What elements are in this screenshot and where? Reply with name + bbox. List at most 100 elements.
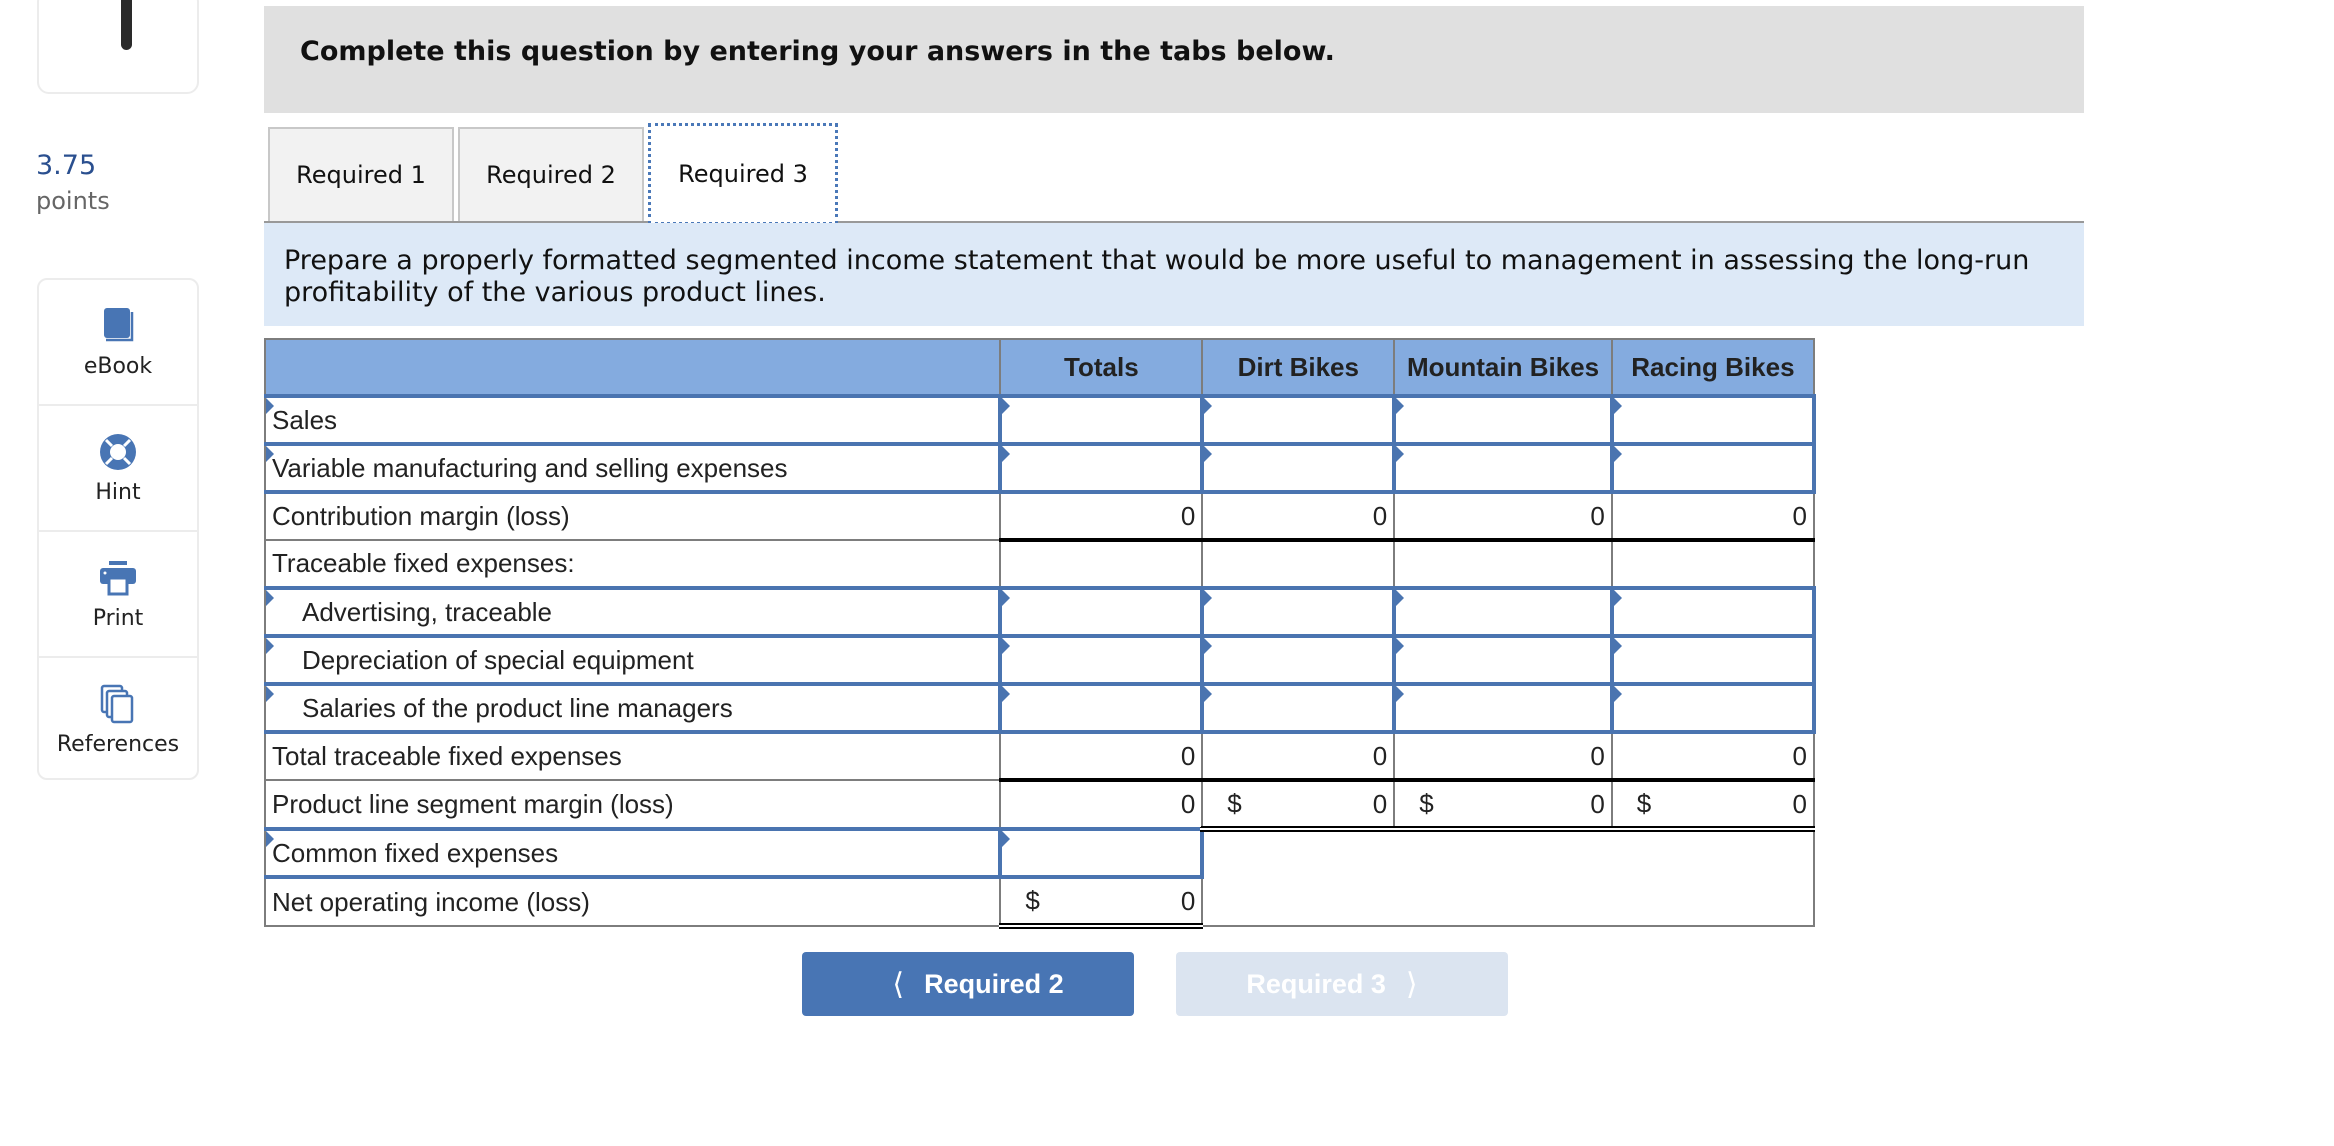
table-row: Common fixed expenses — [263, 826, 1815, 927]
next-required-button[interactable]: Required 3 ⟩ — [1176, 952, 1508, 1016]
references-button[interactable]: References — [39, 658, 197, 782]
cell-input[interactable] — [1392, 634, 1614, 686]
tab-bar: Required 1 Required 2 Required 3 — [264, 123, 2084, 225]
cell-value: 0 — [999, 490, 1204, 541]
points-display: 3.75 points — [36, 150, 110, 215]
ebook-label: eBook — [83, 353, 153, 379]
cell-value: 0 — [1610, 490, 1816, 541]
cell-empty — [1610, 538, 1816, 589]
header-text: Complete this question by entering your … — [300, 36, 1335, 67]
cell-value-text: 0 — [1590, 788, 1605, 819]
row-label-input[interactable]: Common fixed expenses — [263, 827, 1002, 879]
cell-input[interactable] — [998, 682, 1205, 734]
table-header-row: Totals Dirt Bikes Mountain Bikes Racing … — [263, 338, 1816, 397]
points-label: points — [36, 187, 110, 215]
table-row: Traceable fixed expenses: — [263, 538, 1816, 589]
hint-button[interactable]: Hint — [39, 406, 197, 532]
table-row: Product line segment margin (loss) 0 $0 … — [263, 778, 1816, 832]
tab-required-2[interactable]: Required 2 — [458, 127, 644, 221]
tab-required-3[interactable]: Required 3 — [648, 123, 838, 225]
cell-input[interactable] — [998, 442, 1205, 494]
col-header-dirt-bikes: Dirt Bikes — [1201, 338, 1396, 397]
question-header: Complete this question by entering your … — [264, 6, 2084, 113]
row-label: Contribution margin (loss) — [263, 491, 1002, 541]
lifebuoy-icon — [100, 433, 136, 470]
cell-value: $0 — [999, 875, 1204, 929]
cell-input[interactable] — [1200, 442, 1397, 494]
row-label: Total traceable fixed expenses — [263, 731, 1002, 781]
table-row: Contribution margin (loss) 0 0 0 0 — [263, 490, 1816, 541]
dollar-sign: $ — [1227, 788, 1242, 819]
cell-input[interactable] — [1609, 682, 1817, 734]
cell-input[interactable] — [1609, 586, 1817, 638]
ebook-button[interactable]: eBook — [39, 280, 197, 406]
table-row: Salaries of the product line managers — [263, 682, 1817, 734]
row-label: Net operating income (loss) — [263, 876, 1002, 927]
table-row: Total traceable fixed expenses 0 0 0 0 — [263, 730, 1816, 781]
print-button[interactable]: Print — [39, 532, 197, 658]
cell-value-text: 0 — [1180, 885, 1196, 916]
table-row: Depreciation of special equipment — [263, 634, 1817, 686]
references-label: References — [56, 731, 180, 757]
cell-input[interactable] — [998, 586, 1205, 638]
row-label-input[interactable]: Depreciation of special equipment — [263, 634, 1002, 686]
row-label-input[interactable]: Advertising, traceable — [263, 586, 1002, 638]
cell-value: 0 — [999, 730, 1204, 781]
cell-input[interactable] — [1609, 394, 1817, 446]
row-label-input[interactable]: Variable manufacturing and selling expen… — [263, 442, 1002, 494]
book-icon — [104, 307, 134, 341]
row-label: Traceable fixed expenses: — [263, 539, 1002, 589]
dollar-sign: $ — [1636, 788, 1652, 819]
scroll-indicator — [121, 0, 132, 50]
cell-value: 0 — [1201, 730, 1396, 781]
cell-value: 0 — [1201, 490, 1396, 541]
cell-input[interactable] — [1200, 394, 1397, 446]
prev-button-label: Required 2 — [924, 968, 1064, 999]
cell-input[interactable] — [998, 394, 1205, 446]
cell-input[interactable] — [1392, 682, 1614, 734]
chevron-right-icon: ⟩ — [1405, 967, 1418, 1001]
cell-value: $0 — [1201, 778, 1396, 832]
income-statement-table: Totals Dirt Bikes Mountain Bikes Racing … — [263, 338, 1817, 929]
cell-empty — [999, 538, 1204, 589]
copy-icon — [100, 684, 134, 723]
cell-value: 0 — [1393, 490, 1613, 541]
cell-empty — [1393, 538, 1613, 589]
cell-input[interactable] — [1200, 682, 1397, 734]
cell-value: $0 — [1610, 778, 1816, 832]
row-label: Product line segment margin (loss) — [263, 779, 1002, 830]
chevron-left-icon: ⟨ — [892, 967, 905, 1001]
table-row: Advertising, traceable — [263, 586, 1817, 638]
cell-input[interactable] — [1392, 394, 1614, 446]
tab-required-1[interactable]: Required 1 — [268, 127, 454, 221]
table-row: Variable manufacturing and selling expen… — [263, 442, 1817, 494]
cell-input[interactable] — [1200, 634, 1397, 686]
cell-input[interactable] — [1200, 586, 1397, 638]
col-header-label — [263, 338, 1002, 397]
col-header-racing-bikes: Racing Bikes — [1610, 338, 1816, 397]
next-button-label: Required 3 — [1246, 968, 1386, 999]
dollar-sign: $ — [1419, 788, 1434, 819]
row-label-input[interactable]: Sales — [263, 394, 1002, 446]
cell-input[interactable] — [1609, 442, 1817, 494]
print-label: Print — [92, 605, 144, 631]
cell-value-text: 0 — [1180, 789, 1196, 819]
cell-value: $0 — [1393, 778, 1613, 832]
cell-empty — [1201, 538, 1396, 589]
cell-input[interactable] — [1392, 442, 1614, 494]
cell-value: 0 — [999, 778, 1204, 830]
row-label-input[interactable]: Salaries of the product line managers — [263, 682, 1002, 734]
points-value: 3.75 — [36, 150, 97, 181]
col-header-mountain-bikes: Mountain Bikes — [1393, 338, 1613, 397]
col-header-totals: Totals — [999, 338, 1204, 397]
cell-input[interactable] — [1609, 634, 1817, 686]
empty-area — [1201, 826, 1815, 927]
cell-input[interactable] — [998, 827, 1205, 879]
cell-value: 0 — [1610, 730, 1816, 781]
question-nav-card — [37, 0, 199, 94]
cell-input[interactable] — [1392, 586, 1614, 638]
tools-panel: eBook Hint Print References — [37, 278, 199, 780]
prev-required-button[interactable]: ⟨ Required 2 — [802, 952, 1134, 1016]
hint-label: Hint — [95, 479, 141, 505]
cell-input[interactable] — [998, 634, 1205, 686]
